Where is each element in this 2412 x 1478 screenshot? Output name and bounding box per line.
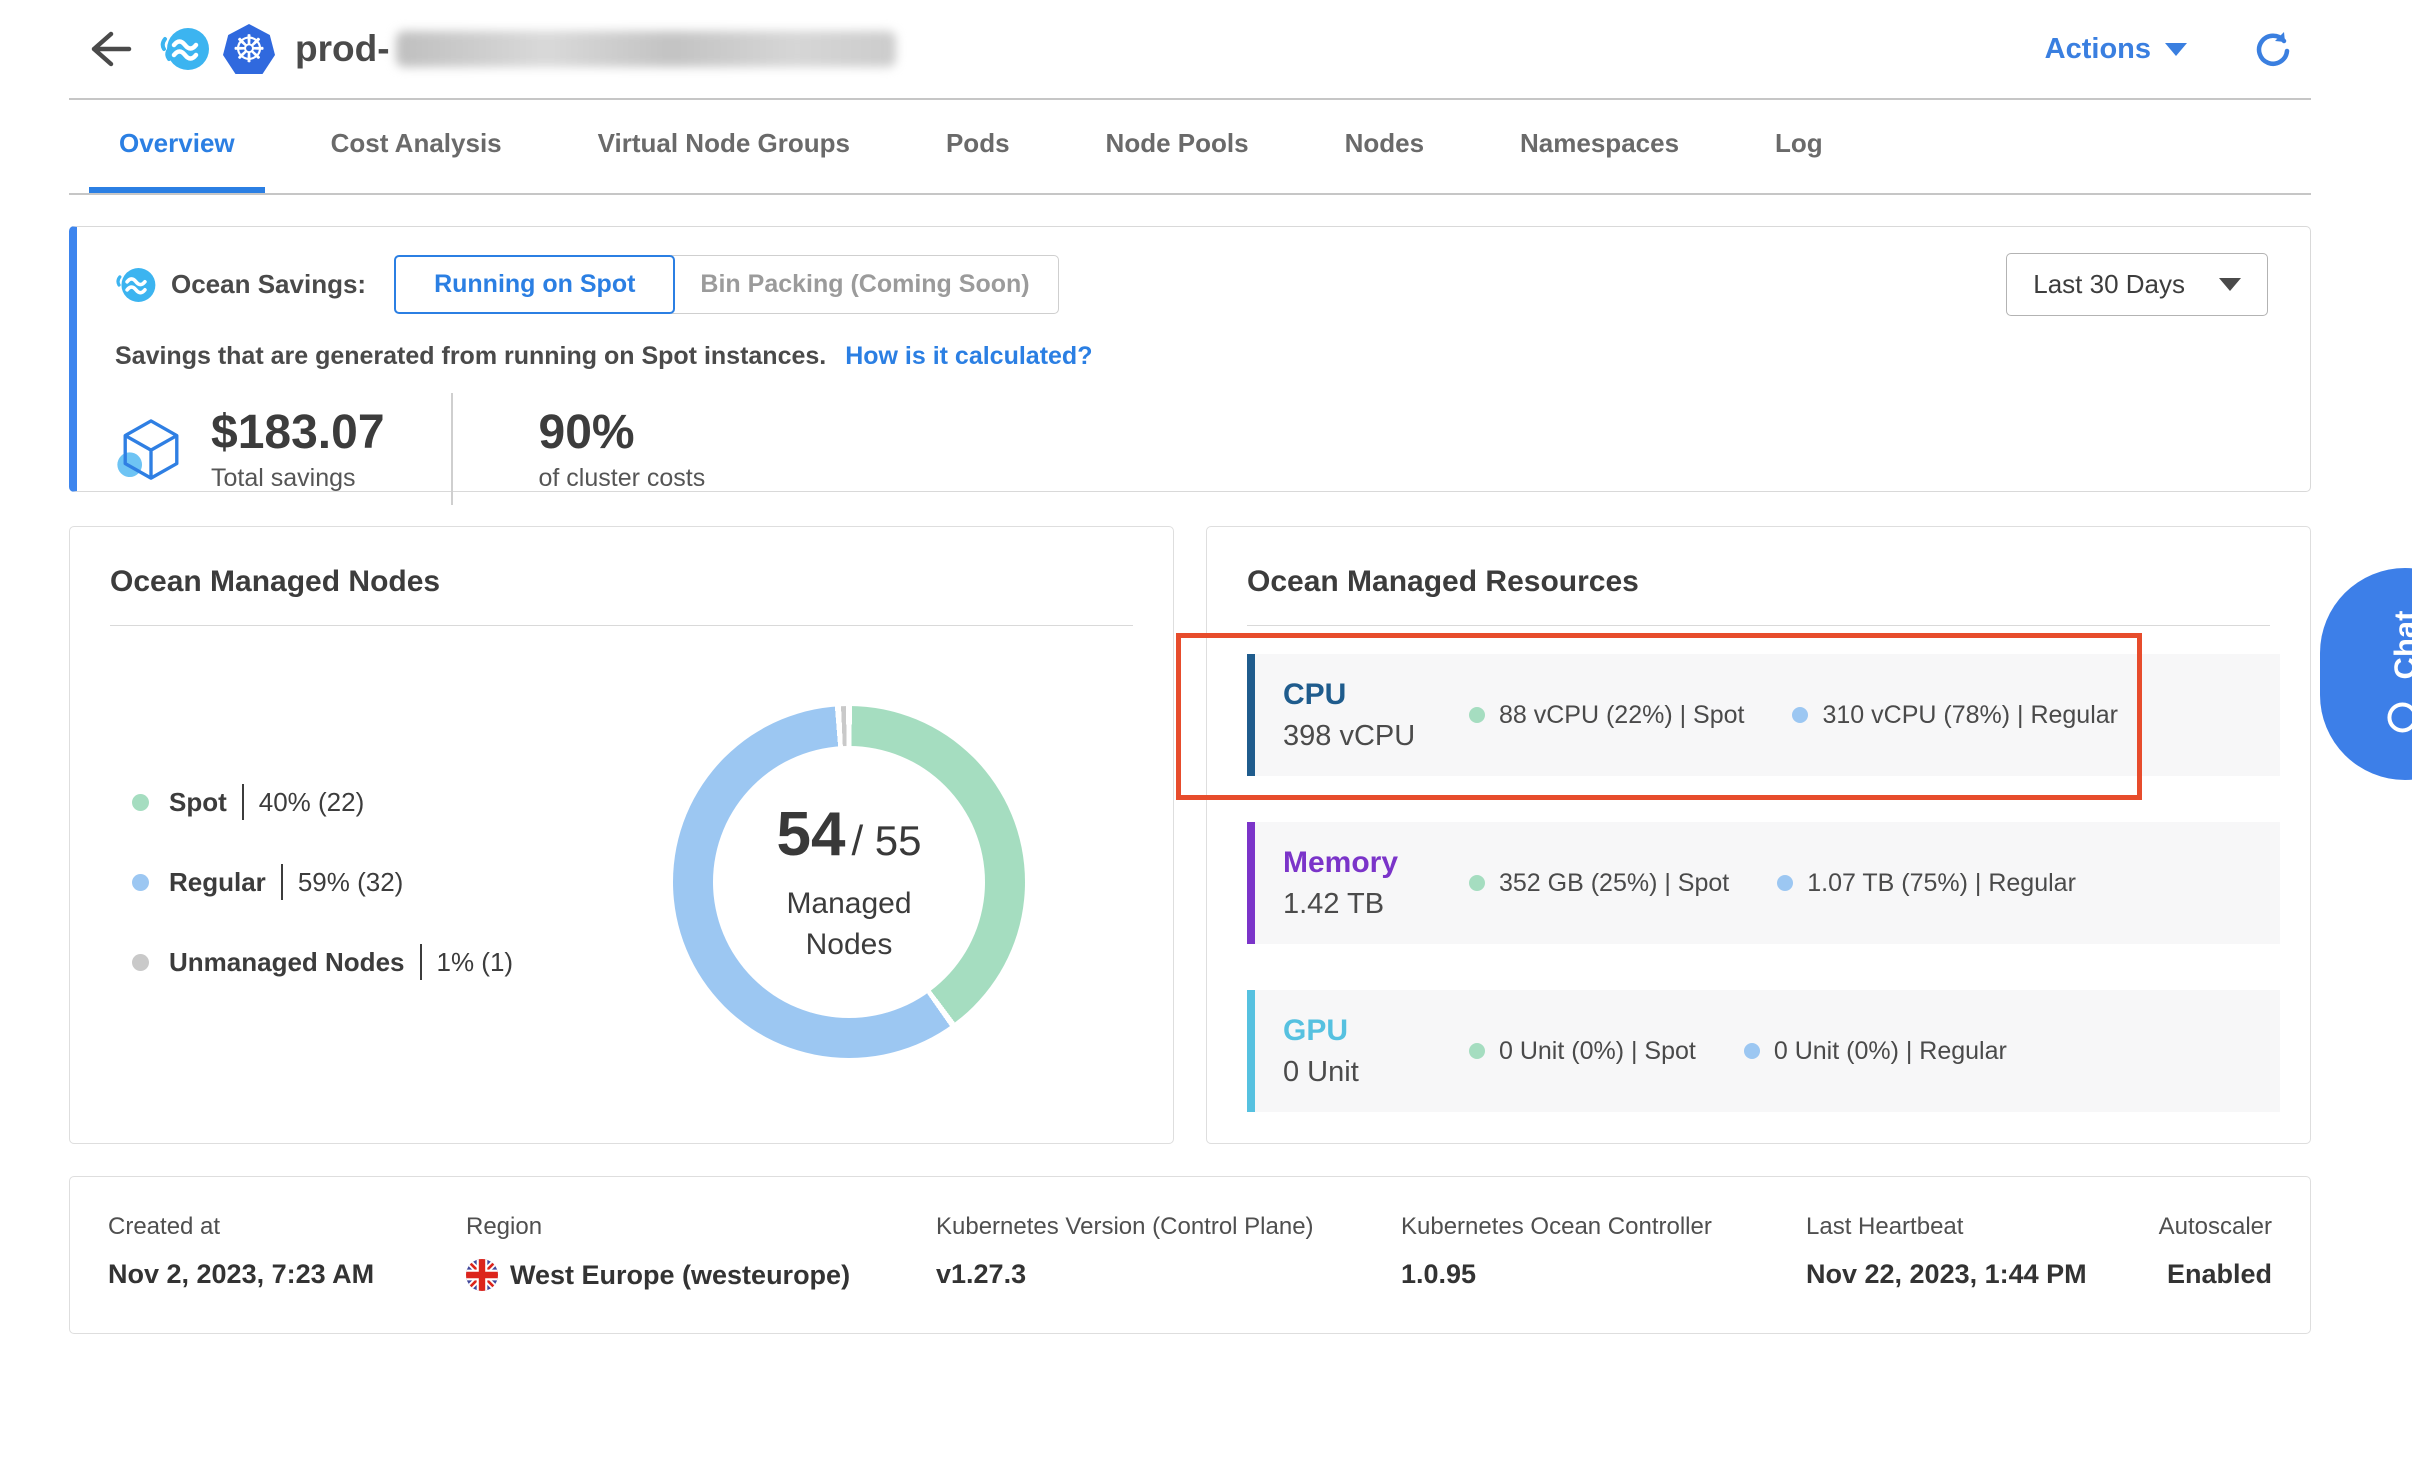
bin-packing-button[interactable]: Bin Packing (Coming Soon) [671, 255, 1058, 314]
legend-value: 40% (22) [259, 787, 365, 818]
total-savings-value: $183.07 [211, 405, 385, 460]
spot-dot-icon [1469, 875, 1485, 891]
app-header: ☸ prod- Actions [69, 0, 2311, 100]
legend-value: 1% (1) [437, 947, 514, 978]
info-created-at: Created at Nov 2, 2023, 7:23 AM [108, 1213, 466, 1291]
tab-overview[interactable]: Overview [89, 100, 265, 193]
regular-dot-icon [1777, 875, 1793, 891]
tab-virtual-node-groups[interactable]: Virtual Node Groups [568, 100, 880, 193]
gpu-accent-bar [1247, 990, 1255, 1112]
memory-spot-stat: 352 GB (25%) | Spot [1469, 869, 1729, 898]
legend-item-spot: Spot 40% (22) [132, 784, 513, 820]
ocean-managed-nodes-card: Ocean Managed Nodes Spot 40% (22) Regula… [69, 526, 1174, 1144]
how-calculated-link[interactable]: How is it calculated? [845, 342, 1092, 370]
legend-label: Regular [169, 867, 266, 898]
legend-item-regular: Regular 59% (32) [132, 864, 513, 900]
cpu-regular-stat: 310 vCPU (78%) | Regular [1792, 701, 2118, 730]
chevron-down-icon [2219, 278, 2241, 291]
actions-button[interactable]: Actions [2045, 33, 2187, 66]
ocean-managed-resources-card: Ocean Managed Resources CPU 398 vCPU 88 … [1206, 526, 2311, 1144]
period-dropdown[interactable]: Last 30 Days [2006, 253, 2268, 316]
tab-namespaces[interactable]: Namespaces [1490, 100, 1709, 193]
donut-caption: ManagedNodes [786, 884, 911, 965]
metric-divider [451, 393, 453, 505]
cluster-cost-percent-label: of cluster costs [539, 464, 706, 493]
period-dropdown-value: Last 30 Days [2033, 269, 2185, 300]
savings-cube-icon [115, 412, 187, 486]
nodes-legend: Spot 40% (22) Regular 59% (32) Unmanaged… [132, 740, 513, 1024]
gpu-label: GPU [1283, 1014, 1469, 1048]
gpu-total-value: 0 Unit [1283, 1056, 1469, 1089]
regular-dot-icon [1792, 707, 1808, 723]
tab-cost-analysis[interactable]: Cost Analysis [301, 100, 532, 193]
legend-value: 59% (32) [298, 867, 404, 898]
gpu-spot-stat: 0 Unit (0%) | Spot [1469, 1037, 1696, 1066]
cpu-total-value: 398 vCPU [1283, 720, 1469, 753]
ocean-savings-icon [115, 265, 157, 305]
cluster-name-redacted [396, 31, 896, 67]
savings-toggle-group: Running on Spot Bin Packing (Coming Soon… [394, 255, 1059, 314]
card-divider [1247, 625, 2270, 626]
legend-label: Spot [169, 787, 227, 818]
info-last-heartbeat: Last Heartbeat Nov 22, 2023, 1:44 PM [1806, 1213, 2159, 1291]
resource-row-memory: Memory 1.42 TB 352 GB (25%) | Spot 1.07 … [1247, 822, 2280, 944]
memory-regular-stat: 1.07 TB (75%) | Regular [1777, 869, 2076, 898]
info-ocean-controller: Kubernetes Ocean Controller 1.0.95 [1401, 1213, 1806, 1291]
spot-dot-icon [1469, 1043, 1485, 1059]
legend-item-unmanaged: Unmanaged Nodes 1% (1) [132, 944, 513, 980]
managed-nodes-count: 54 [776, 799, 845, 870]
info-region: Region West Europe (westeurope) [466, 1213, 936, 1291]
chevron-down-icon [2165, 43, 2187, 56]
managed-nodes-donut: 54 / 55 ManagedNodes [673, 706, 1025, 1058]
info-k8s-version: Kubernetes Version (Control Plane) v1.27… [936, 1213, 1401, 1291]
unmanaged-dot-icon [132, 954, 149, 971]
spot-dot-icon [132, 794, 149, 811]
ocean-savings-banner: Ocean Savings: Running on Spot Bin Packi… [69, 226, 2311, 492]
info-autoscaler: Autoscaler Enabled [2159, 1213, 2272, 1291]
resources-card-title: Ocean Managed Resources [1207, 527, 2310, 625]
ocean-savings-label: Ocean Savings: [171, 269, 366, 300]
regular-dot-icon [1744, 1043, 1760, 1059]
memory-label: Memory [1283, 846, 1469, 880]
back-arrow-icon [87, 27, 133, 71]
chat-label: Chat [2387, 611, 2412, 680]
total-savings-label: Total savings [211, 464, 385, 493]
tab-bar: Overview Cost Analysis Virtual Node Grou… [69, 100, 2311, 195]
legend-separator [281, 864, 283, 900]
cpu-label: CPU [1283, 678, 1469, 712]
memory-accent-bar [1247, 822, 1255, 944]
refresh-icon [2253, 29, 2293, 69]
cpu-accent-bar [1247, 654, 1255, 776]
kubernetes-logo-icon: ☸ [223, 24, 275, 74]
tab-pods[interactable]: Pods [916, 100, 1040, 193]
regular-dot-icon [132, 874, 149, 891]
chat-bubble-icon [2384, 695, 2412, 737]
legend-separator [420, 944, 422, 980]
total-nodes-count: / 55 [851, 817, 921, 865]
page-title: prod- [295, 28, 896, 70]
nodes-card-title: Ocean Managed Nodes [70, 527, 1173, 625]
tab-nodes[interactable]: Nodes [1315, 100, 1454, 193]
cpu-spot-stat: 88 vCPU (22%) | Spot [1469, 701, 1744, 730]
tab-log[interactable]: Log [1745, 100, 1853, 193]
refresh-button[interactable] [2253, 29, 2293, 69]
resource-row-gpu: GPU 0 Unit 0 Unit (0%) | Spot 0 Unit (0%… [1247, 990, 2280, 1112]
back-button[interactable] [87, 25, 135, 73]
gpu-regular-stat: 0 Unit (0%) | Regular [1744, 1037, 2007, 1066]
cluster-info-bar: Created at Nov 2, 2023, 7:23 AM Region W… [69, 1176, 2311, 1334]
memory-total-value: 1.42 TB [1283, 888, 1469, 921]
resource-row-cpu: CPU 398 vCPU 88 vCPU (22%) | Spot 310 vC… [1247, 654, 2280, 776]
tab-node-pools[interactable]: Node Pools [1076, 100, 1279, 193]
legend-label: Unmanaged Nodes [169, 947, 405, 978]
savings-description: Savings that are generated from running … [115, 342, 2268, 371]
chat-button[interactable]: Chat [2320, 568, 2412, 780]
cluster-cost-percent-value: 90% [539, 405, 706, 460]
ocean-logo-icon [159, 25, 211, 73]
legend-separator [242, 784, 244, 820]
uk-flag-icon [466, 1259, 498, 1291]
spot-dot-icon [1469, 707, 1485, 723]
running-on-spot-button[interactable]: Running on Spot [394, 255, 675, 314]
